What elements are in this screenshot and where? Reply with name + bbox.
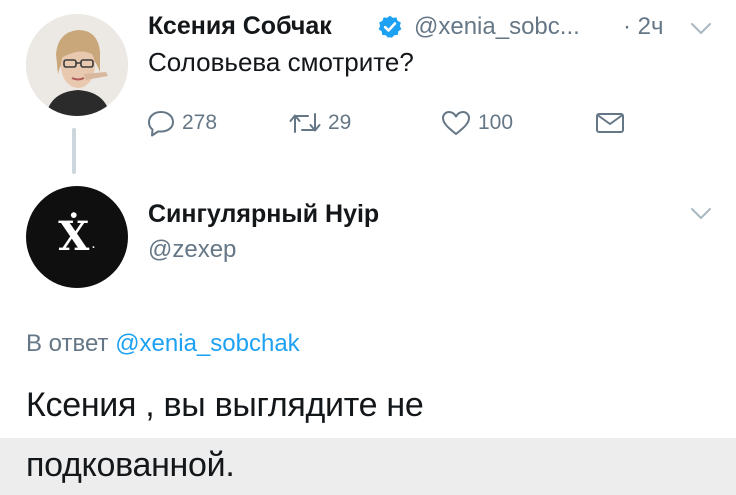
avatar-photo	[26, 14, 128, 116]
avatar[interactable]: Ẋ .	[26, 186, 128, 288]
author-name[interactable]: Ксения Собчак	[148, 12, 332, 41]
author-name[interactable]: Сингулярный Нуір	[148, 200, 379, 229]
reply-button[interactable]: 278	[146, 108, 217, 138]
like-button[interactable]: 100	[440, 108, 513, 138]
tweet-text: Соловьева смотрите?	[148, 47, 414, 77]
reply-count: 278	[182, 111, 218, 134]
avatar[interactable]	[26, 14, 128, 116]
tweet-text-line-1: Ксения , вы выглядите не	[26, 386, 424, 424]
direct-message-icon	[596, 113, 624, 133]
avatar-glyph: Ẋ	[58, 213, 90, 260]
reply-to-link[interactable]: @xenia_sobchak	[115, 330, 299, 357]
direct-message-button[interactable]	[594, 108, 626, 138]
reply-prefix: В ответ	[26, 330, 109, 357]
reply-icon	[148, 111, 174, 137]
tweet-text-line-2: подкованной.	[26, 446, 235, 484]
reply-context: В ответ @xenia_sobchak	[26, 330, 300, 358]
tweet-timestamp[interactable]: · 2ч	[623, 13, 664, 41]
retweet-icon	[289, 113, 321, 133]
verified-icon	[378, 15, 402, 38]
retweet-count: 29	[328, 111, 352, 134]
author-handle[interactable]: @xenia_sobc...	[414, 13, 580, 41]
author-handle[interactable]: @zexep	[148, 236, 236, 264]
avatar-dot: .	[91, 235, 96, 252]
like-icon	[442, 111, 470, 135]
chevron-down-icon[interactable]	[690, 207, 712, 221]
thread-connector-line	[72, 128, 76, 174]
like-count: 100	[478, 111, 514, 134]
chevron-down-icon[interactable]	[690, 22, 712, 36]
retweet-button[interactable]: 29	[288, 108, 351, 138]
